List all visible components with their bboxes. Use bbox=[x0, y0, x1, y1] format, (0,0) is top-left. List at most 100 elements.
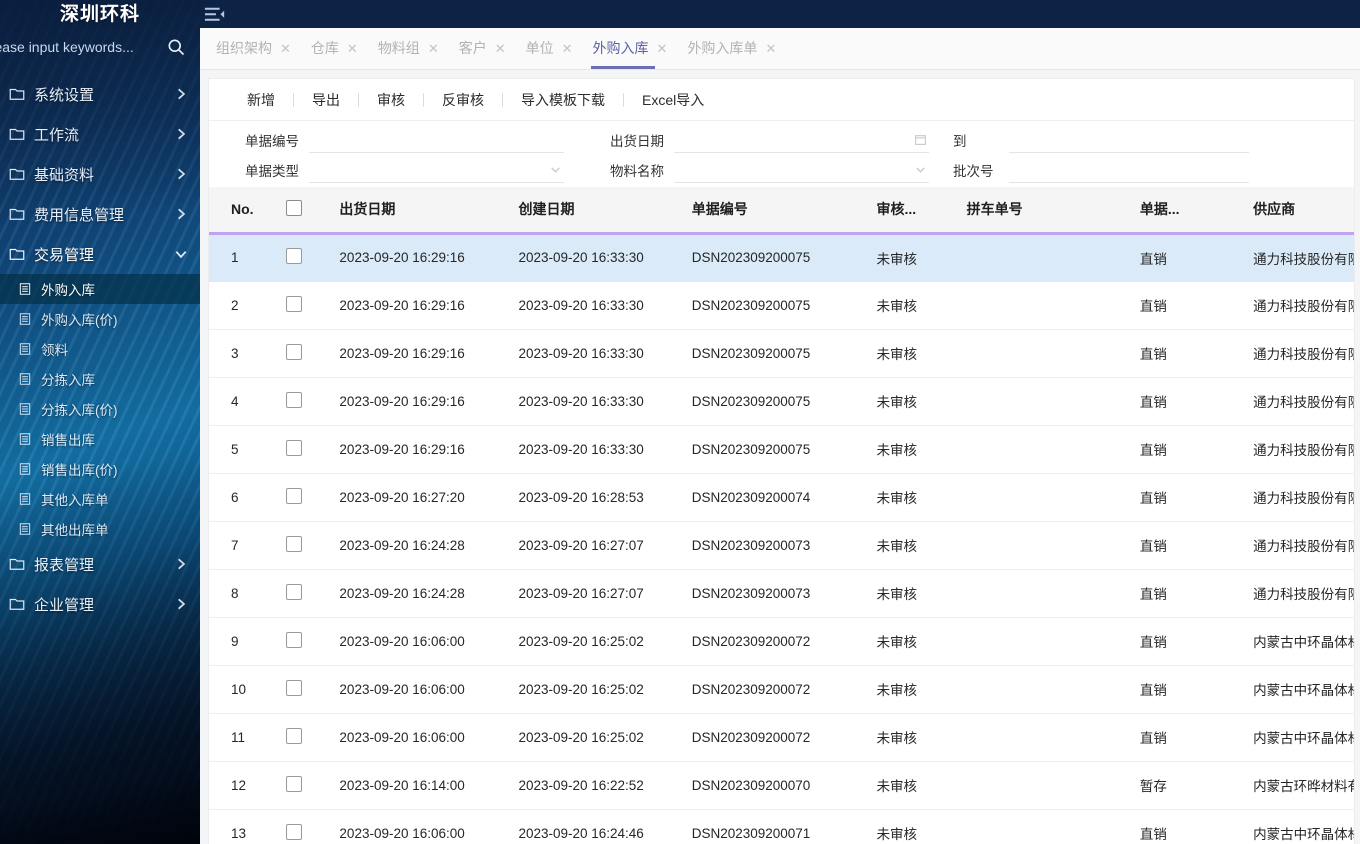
tab-org-structure[interactable]: 组织架构 ✕ bbox=[206, 27, 301, 69]
filter-ship-date[interactable] bbox=[674, 127, 929, 153]
sidebar-subitem-purchase-inbound-price[interactable]: 外购入库(价) bbox=[0, 304, 200, 334]
row-checkbox[interactable] bbox=[286, 295, 303, 312]
sidebar-item-cost-info-management[interactable]: 费用信息管理 bbox=[0, 194, 200, 234]
menu-collapse-icon[interactable] bbox=[204, 6, 226, 22]
table-row[interactable]: 5 2023-09-20 16:29:16 2023-09-20 16:33:30 D… bbox=[209, 425, 1354, 474]
chevron-down-icon[interactable] bbox=[549, 163, 562, 176]
col-header-audit-status[interactable]: 审核... bbox=[868, 187, 959, 235]
row-checkbox[interactable] bbox=[286, 631, 303, 648]
sidebar-subitem-sales-outbound-price[interactable]: 销售出库(价) bbox=[0, 454, 200, 484]
row-checkbox-cell[interactable] bbox=[278, 425, 332, 474]
sidebar-subitem-sorting-inbound[interactable]: 分拣入库 bbox=[0, 364, 200, 394]
batch-no-input[interactable] bbox=[1009, 157, 1249, 182]
close-icon[interactable]: ✕ bbox=[495, 42, 506, 55]
row-checkbox[interactable] bbox=[286, 727, 303, 744]
calendar-icon[interactable] bbox=[914, 133, 927, 146]
tab-customer[interactable]: 客户 ✕ bbox=[449, 27, 516, 69]
row-checkbox-cell[interactable] bbox=[278, 521, 332, 570]
sidebar-subitem-purchase-inbound[interactable]: 外购入库 bbox=[0, 274, 200, 304]
sidebar-item-enterprise-management[interactable]: 企业管理 bbox=[0, 584, 200, 624]
row-checkbox[interactable] bbox=[286, 823, 303, 840]
row-checkbox[interactable] bbox=[286, 775, 303, 792]
filter-bill-no[interactable] bbox=[309, 127, 564, 153]
row-checkbox-cell[interactable] bbox=[278, 329, 332, 378]
audit-button[interactable]: 审核 bbox=[359, 92, 423, 108]
row-checkbox[interactable] bbox=[286, 391, 303, 408]
search-icon[interactable] bbox=[166, 37, 186, 57]
sidebar-search[interactable] bbox=[0, 26, 200, 68]
row-checkbox[interactable] bbox=[286, 583, 303, 600]
row-checkbox-cell[interactable] bbox=[278, 377, 332, 426]
search-input[interactable] bbox=[0, 39, 166, 55]
col-header-checkbox[interactable] bbox=[278, 187, 332, 235]
ship-date-input[interactable] bbox=[674, 127, 914, 152]
col-header-bill-type[interactable]: 单据... bbox=[1131, 187, 1246, 235]
tab-purchase-inbound-order[interactable]: 外购入库单 ✕ bbox=[677, 27, 786, 69]
add-button[interactable]: 新增 bbox=[229, 92, 293, 108]
col-header-ship-date[interactable]: 出货日期 bbox=[331, 187, 511, 235]
close-icon[interactable]: ✕ bbox=[765, 42, 776, 55]
sidebar-subitem-sales-outbound[interactable]: 销售出库 bbox=[0, 424, 200, 454]
tab-unit[interactable]: 单位 ✕ bbox=[516, 27, 583, 69]
material-name-select[interactable] bbox=[674, 157, 914, 182]
row-checkbox[interactable] bbox=[286, 679, 303, 696]
filter-bill-type[interactable] bbox=[309, 157, 564, 183]
table-row[interactable]: 3 2023-09-20 16:29:16 2023-09-20 16:33:30 D… bbox=[209, 329, 1354, 378]
close-icon[interactable]: ✕ bbox=[347, 42, 358, 55]
bill-no-input[interactable] bbox=[309, 127, 564, 152]
close-icon[interactable]: ✕ bbox=[428, 42, 439, 55]
col-header-supplier[interactable]: 供应商 bbox=[1245, 187, 1354, 235]
sidebar-subitem-other-outbound-order[interactable]: 其他出库单 bbox=[0, 514, 200, 544]
ship-date-end-input[interactable] bbox=[1009, 127, 1249, 152]
unaudit-button[interactable]: 反审核 bbox=[424, 92, 502, 108]
row-checkbox[interactable] bbox=[286, 343, 303, 360]
row-checkbox-cell[interactable] bbox=[278, 713, 332, 762]
table-row[interactable]: 8 2023-09-20 16:24:28 2023-09-20 16:27:07 D… bbox=[209, 569, 1354, 618]
excel-import-button[interactable]: Excel导入 bbox=[624, 92, 722, 108]
filter-ship-date-end[interactable] bbox=[1009, 127, 1249, 153]
tab-warehouse[interactable]: 仓库 ✕ bbox=[301, 27, 368, 69]
sidebar-subitem-material-requisition[interactable]: 领料 bbox=[0, 334, 200, 364]
row-checkbox[interactable] bbox=[286, 487, 303, 504]
col-header-create-date[interactable]: 创建日期 bbox=[510, 187, 684, 235]
sidebar-item-basic-data[interactable]: 基础资料 bbox=[0, 154, 200, 194]
row-checkbox-cell[interactable] bbox=[278, 809, 332, 844]
row-checkbox-cell[interactable] bbox=[278, 665, 332, 714]
table-row[interactable]: 13 2023-09-20 16:06:00 2023-09-20 16:24:46… bbox=[209, 809, 1354, 844]
col-header-carpool-no[interactable]: 拼车单号 bbox=[958, 187, 1132, 235]
table-row[interactable]: 12 2023-09-20 16:14:00 2023-09-20 16:22:52… bbox=[209, 761, 1354, 810]
table-row[interactable]: 1 2023-09-20 16:29:16 2023-09-20 16:33:30 D… bbox=[209, 233, 1354, 282]
table-row[interactable]: 10 2023-09-20 16:06:00 2023-09-20 16:25:02… bbox=[209, 665, 1354, 714]
export-button[interactable]: 导出 bbox=[294, 92, 358, 108]
table-row[interactable]: 4 2023-09-20 16:29:16 2023-09-20 16:33:30 D… bbox=[209, 377, 1354, 426]
sidebar-item-transaction-management[interactable]: 交易管理 bbox=[0, 234, 200, 274]
table-row[interactable]: 2 2023-09-20 16:29:16 2023-09-20 16:33:30 D… bbox=[209, 281, 1354, 330]
row-checkbox[interactable] bbox=[286, 439, 303, 456]
row-checkbox[interactable] bbox=[286, 535, 303, 552]
row-checkbox-cell[interactable] bbox=[278, 473, 332, 522]
filter-batch-no[interactable] bbox=[1009, 157, 1249, 183]
import-template-download-button[interactable]: 导入模板下载 bbox=[503, 92, 623, 108]
col-header-bill-no[interactable]: 单据编号 bbox=[683, 187, 869, 235]
table-row[interactable]: 9 2023-09-20 16:06:00 2023-09-20 16:25:02 D… bbox=[209, 617, 1354, 666]
chevron-down-icon[interactable] bbox=[914, 163, 927, 176]
row-checkbox[interactable] bbox=[286, 248, 303, 264]
row-checkbox-cell[interactable] bbox=[278, 569, 332, 618]
tab-purchase-inbound[interactable]: 外购入库 ✕ bbox=[583, 27, 678, 69]
sidebar-item-report-management[interactable]: 报表管理 bbox=[0, 544, 200, 584]
sidebar-subitem-other-inbound-order[interactable]: 其他入库单 bbox=[0, 484, 200, 514]
filter-material-name[interactable] bbox=[674, 157, 929, 183]
sidebar-item-workflow[interactable]: 工作流 bbox=[0, 114, 200, 154]
close-icon[interactable]: ✕ bbox=[562, 42, 573, 55]
sidebar-item-system-settings[interactable]: 系统设置 bbox=[0, 74, 200, 114]
row-checkbox-cell[interactable] bbox=[278, 617, 332, 666]
select-all-checkbox[interactable] bbox=[286, 199, 303, 216]
table-row[interactable]: 11 2023-09-20 16:06:00 2023-09-20 16:25:02… bbox=[209, 713, 1354, 762]
table-row[interactable]: 7 2023-09-20 16:24:28 2023-09-20 16:27:07 D… bbox=[209, 521, 1354, 570]
close-icon[interactable]: ✕ bbox=[280, 42, 291, 55]
col-header-no[interactable]: No. bbox=[209, 187, 279, 235]
row-checkbox-cell[interactable] bbox=[278, 761, 332, 810]
row-checkbox-cell[interactable] bbox=[278, 281, 332, 330]
close-icon[interactable]: ✕ bbox=[657, 42, 668, 55]
tab-material-group[interactable]: 物料组 ✕ bbox=[368, 27, 449, 69]
